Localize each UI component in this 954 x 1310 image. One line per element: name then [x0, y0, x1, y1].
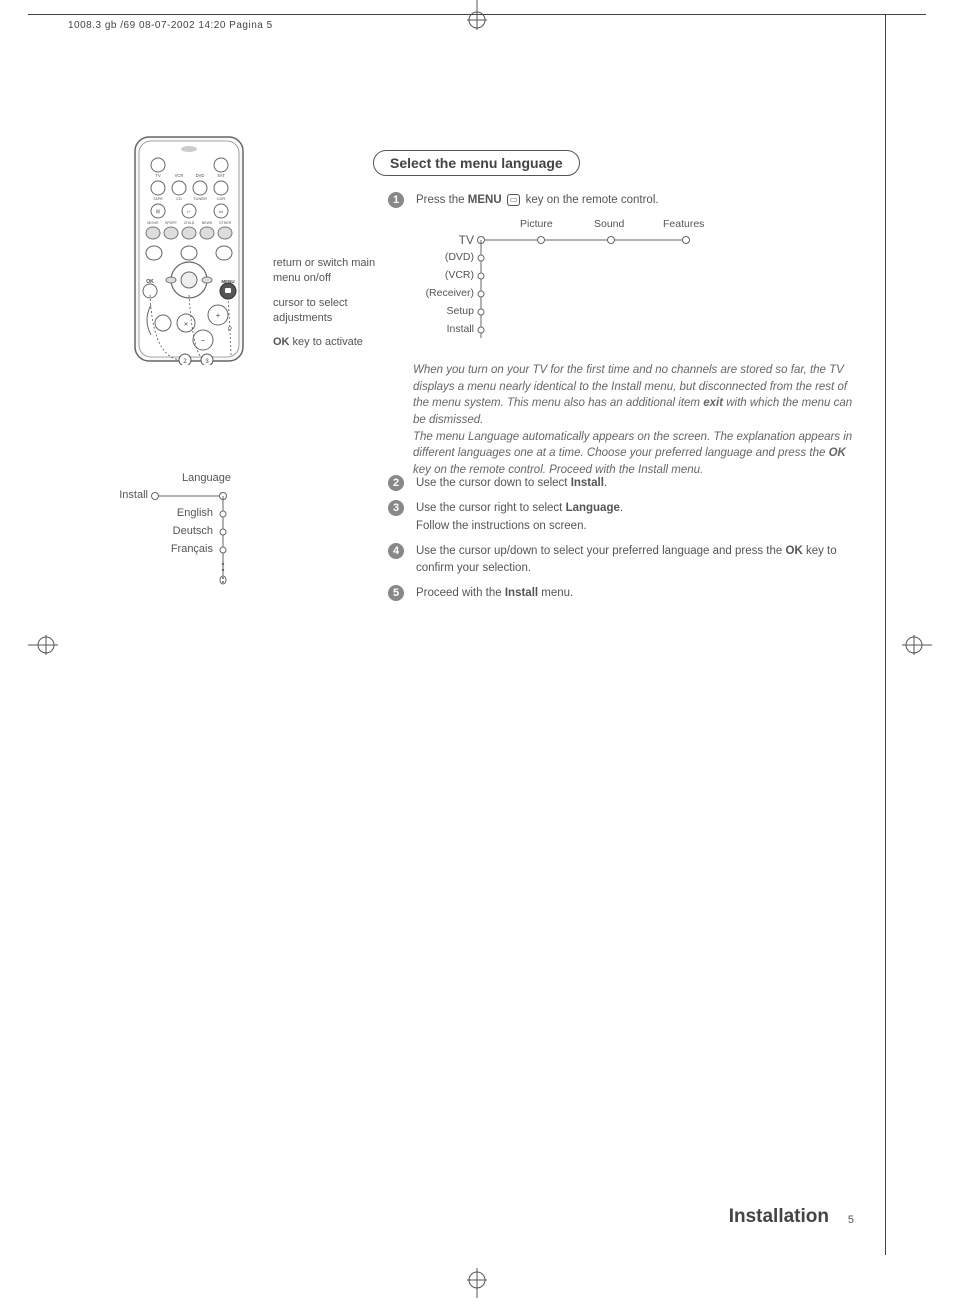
remote-label-ok: OK key to activate [273, 335, 393, 350]
lang-item-deutsch: Deutsch [165, 525, 213, 537]
lang-header: Language [182, 472, 231, 484]
menu-key-icon: ▭ [507, 194, 521, 206]
lang-root: Install [115, 489, 148, 501]
menu-row-receiver: (Receiver) [416, 287, 474, 299]
svg-text:✕: ✕ [183, 322, 188, 328]
svg-text:OTHER: OTHER [219, 221, 232, 225]
svg-text:DVD: DVD [196, 173, 205, 178]
step5-row: 5 Proceed with the Install menu. [388, 585, 853, 602]
step1-row: 1 Press the MENU ▭ key on the remote con… [388, 192, 853, 217]
menu-row-install: Install [434, 323, 474, 335]
svg-text:TV: TV [155, 173, 161, 178]
section-title: Select the menu language [373, 150, 580, 176]
menu-col-picture: Picture [520, 218, 553, 230]
svg-text:+: + [216, 311, 221, 320]
crop-mark-icon [902, 630, 932, 660]
step1-text: Press the MENU ▭ key on the remote contr… [416, 192, 659, 209]
menu-row-tv: TV [452, 233, 474, 247]
svg-text:SAT: SAT [217, 173, 225, 178]
step2-row: 2 Use the cursor down to select Install. [388, 475, 853, 492]
svg-text:SPORT: SPORT [165, 221, 178, 225]
menu-row-setup: Setup [434, 305, 474, 317]
crop-header-text: 1008.3 gb /69 08-07-2002 14:20 Pagina 5 [68, 20, 273, 31]
menu-col-features: Features [663, 218, 704, 230]
remote-label-block: return or switch main menu on/off cursor… [273, 256, 393, 350]
remote-label-cursor: cursor to select adjustments [273, 296, 393, 326]
svg-text:TUNER: TUNER [193, 196, 207, 201]
svg-text:VCR: VCR [175, 173, 184, 178]
svg-text:CHILD: CHILD [184, 221, 195, 225]
footer-section-title: Installation [729, 1206, 829, 1228]
menu-row-dvd: (DVD) [434, 251, 474, 263]
step3-row: 3 Use the cursor right to select Languag… [388, 500, 853, 535]
step-badge-1: 1 [388, 192, 404, 208]
svg-text:⊞: ⊞ [156, 209, 160, 215]
crop-mark-icon [462, 0, 492, 30]
menu-col-sound: Sound [594, 218, 624, 230]
note-block: When you turn on your TV for the first t… [413, 362, 853, 479]
svg-text:NEWS: NEWS [202, 221, 213, 225]
page-margin-line [885, 14, 886, 1255]
step4-row: 4 Use the cursor up/down to select your … [388, 543, 853, 578]
svg-text:TAPE: TAPE [153, 196, 163, 201]
svg-text:MOVIE: MOVIE [147, 221, 159, 225]
crop-mark-icon [28, 630, 58, 660]
lang-item-english: English [165, 507, 213, 519]
svg-text:CDR: CDR [217, 196, 226, 201]
step-badge-3: 3 [388, 500, 404, 516]
step-badge-5: 5 [388, 585, 404, 601]
svg-text:CD: CD [176, 196, 182, 201]
step-badge-2: 2 [388, 475, 404, 491]
remote-illustration: TV VCR DVD SAT TAPE CD TUNER CDR ⊞ i+ tx… [133, 135, 248, 370]
lang-item-francais: Français [165, 543, 213, 555]
tv-menu-diagram: Picture Sound Features TV (DVD) (VCR) (R… [416, 218, 706, 353]
steps-2to5: 2 Use the cursor down to select Install.… [388, 475, 853, 611]
crop-mark-icon [462, 1268, 492, 1298]
menu-row-vcr: (VCR) [434, 269, 474, 281]
footer-page-number: 5 [848, 1214, 854, 1226]
step-badge-4: 4 [388, 543, 404, 559]
svg-text:−: − [201, 336, 206, 345]
remote-label-menu: return or switch main menu on/off [273, 256, 393, 286]
